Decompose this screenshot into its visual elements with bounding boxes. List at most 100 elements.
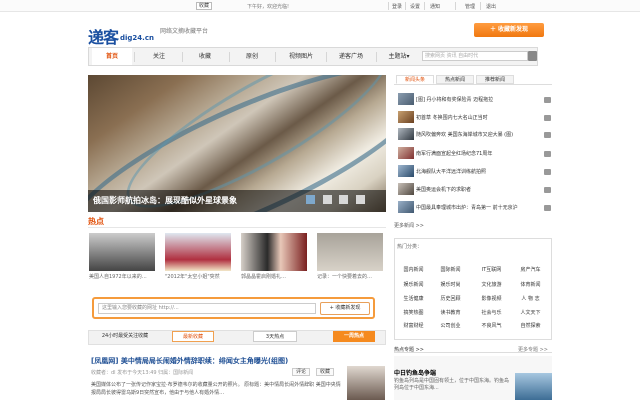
- category-link[interactable]: 财富财经: [397, 322, 430, 329]
- thumbs-up-icon[interactable]: [544, 132, 551, 138]
- submit-collect-button[interactable]: + 收藏新发现: [320, 302, 370, 315]
- category-link[interactable]: 国内新闻: [397, 266, 430, 273]
- thumbs-up-icon[interactable]: [544, 187, 551, 193]
- category-link[interactable]: 社会与乐: [475, 309, 508, 316]
- hot-caption-3[interactable]: 郭晶晶霍启刚婚礼…: [241, 273, 309, 280]
- login-link[interactable]: 登录: [392, 3, 402, 10]
- topic-headline[interactable]: 中日钓鱼岛争端: [394, 368, 436, 377]
- topic-image[interactable]: [515, 373, 552, 400]
- list-item-text: 中国最具奉理城市出炉：青岛第一 前十无京沪: [416, 205, 518, 211]
- top-bar: [0, 0, 640, 12]
- thumbs-up-icon[interactable]: [544, 97, 551, 103]
- list-item[interactable]: 初首草 冬换围内七大名山正当时: [398, 111, 542, 128]
- topbar-divider: [388, 2, 389, 10]
- category-link[interactable]: 影像视频: [475, 295, 508, 302]
- hot-caption-4[interactable]: 记录：一个快要着去的…: [317, 273, 385, 280]
- nav-video-images[interactable]: 视频图片: [279, 48, 323, 65]
- hot-thumb-3[interactable]: [241, 233, 307, 271]
- list-thumb: [398, 93, 414, 105]
- nav-divider: [182, 52, 183, 62]
- category-link[interactable]: 读书教育: [434, 309, 467, 316]
- category-link[interactable]: 人文天下: [514, 309, 547, 316]
- list-item[interactable]: [图] 丹小将和有奖保险青 迈程拖拉: [398, 93, 542, 110]
- tab-24h[interactable]: 24小时最受关注收藏: [92, 331, 158, 342]
- tab-week[interactable]: 一周热点: [333, 331, 375, 342]
- list-thumb: [398, 165, 414, 177]
- thumbs-up-icon[interactable]: [544, 169, 551, 175]
- tab-3day[interactable]: 3天热点: [253, 331, 297, 342]
- collect-new-button[interactable]: ＋ 收藏新发现: [474, 23, 544, 37]
- hot-section-title: 热点: [88, 217, 104, 226]
- news-image[interactable]: [347, 366, 385, 400]
- search-icon[interactable]: [528, 51, 537, 61]
- list-item-text: 美国奥运会机下的求职者: [416, 187, 472, 193]
- category-link[interactable]: 国际新闻: [434, 266, 467, 273]
- nav-topics[interactable]: 主题站▾: [379, 48, 419, 65]
- thumbs-up-icon[interactable]: [544, 205, 551, 211]
- category-link[interactable]: 公司创业: [434, 322, 467, 329]
- nav-plaza[interactable]: 递客广场: [329, 48, 373, 65]
- nav-divider: [275, 52, 276, 62]
- category-link[interactable]: IT互联网: [475, 266, 508, 273]
- more-news-link[interactable]: 更多新闻 >>: [394, 222, 424, 229]
- rtab-recommend[interactable]: 推荐新闻: [476, 75, 514, 84]
- list-thumb: [398, 111, 414, 123]
- search-input[interactable]: 搜索网页 资讯 自由时代: [422, 51, 528, 61]
- slide-dot[interactable]: [339, 195, 348, 204]
- category-link[interactable]: 体育新闻: [514, 281, 547, 288]
- category-link[interactable]: 娱乐时尚: [434, 281, 467, 288]
- rtab-hot[interactable]: 热点新闻: [436, 75, 474, 84]
- category-link[interactable]: 生活健康: [397, 295, 430, 302]
- rtabs-divider: [394, 84, 552, 85]
- slide-dot[interactable]: [323, 195, 332, 204]
- list-item[interactable]: 美国奥运会机下的求职者: [398, 183, 542, 200]
- nav-original[interactable]: 原创: [232, 48, 272, 65]
- settings-link[interactable]: 设置: [410, 3, 420, 10]
- category-link[interactable]: 搞笑热图: [397, 309, 430, 316]
- hot-thumb-1[interactable]: [89, 233, 155, 271]
- list-thumb: [398, 128, 414, 140]
- comment-button[interactable]: 评论: [292, 368, 311, 376]
- logout-link[interactable]: 退出: [486, 3, 496, 10]
- category-link[interactable]: 不良风气: [475, 322, 508, 329]
- slide-dot[interactable]: [356, 195, 365, 204]
- rtab-headlines[interactable]: 新闻头条: [396, 75, 434, 84]
- category-link[interactable]: 人 物 志: [514, 295, 547, 302]
- news-title[interactable]: [凤凰网] 美中情局局长闹婚外情辞职续：绯闻女主角曝光(组图): [91, 356, 288, 366]
- list-item[interactable]: 南军行满面宣起全红场纪念71周年: [398, 147, 542, 164]
- category-link[interactable]: 自然探索: [514, 322, 547, 329]
- url-input[interactable]: 这里输入您要收藏的网址 http://...: [98, 303, 316, 314]
- hero-caption[interactable]: 俄国影师航拍冰岛：展现酷似外星球景象: [93, 195, 237, 206]
- slide-dot[interactable]: [306, 195, 315, 204]
- top-collect-tag[interactable]: 收藏: [196, 2, 213, 10]
- manage-link[interactable]: 管理: [465, 3, 475, 10]
- thumbs-up-icon[interactable]: [544, 151, 551, 157]
- nav-follow[interactable]: 关注: [139, 48, 179, 65]
- category-link[interactable]: 历史回顾: [434, 295, 467, 302]
- news-collect-button[interactable]: 收藏: [316, 368, 335, 376]
- nav-collect[interactable]: 收藏: [185, 48, 225, 65]
- notify-link[interactable]: 通知: [430, 3, 440, 10]
- top-collect-tag-label: 收藏: [199, 3, 210, 9]
- hot-caption-2[interactable]: "2012年"太空小姐"突然: [165, 273, 233, 280]
- topbar-divider: [455, 2, 456, 10]
- list-item[interactable]: 中国最具奉理城市出炉：青岛第一 前十无京沪: [398, 201, 542, 218]
- category-link[interactable]: 娱乐新闻: [397, 281, 430, 288]
- list-item-text: 北海舰队大平洋远洋训练航拍照: [416, 169, 487, 175]
- hot-caption-1[interactable]: 美国人自1972年以来的…: [89, 273, 157, 280]
- thumbs-up-icon[interactable]: [544, 115, 551, 121]
- list-item-text: 随风吹偏奔欢 美国东海岸城市又迎大暴 (图): [416, 132, 514, 138]
- list-item-text: 南军行满面宣起全红场纪念71周年: [416, 151, 493, 157]
- news-description: 美国媒体公布了一张传记作家宝拉·布罗德韦尔的收藏量公开的照片。 原标题：美中情局…: [91, 382, 341, 396]
- logo-text[interactable]: 递客: [88, 24, 119, 48]
- list-thumb: [398, 147, 414, 159]
- list-item[interactable]: 北海舰队大平洋远洋训练航拍照: [398, 165, 542, 182]
- category-link[interactable]: 文化旅游: [475, 281, 508, 288]
- hot-thumb-4[interactable]: [317, 233, 383, 271]
- category-link[interactable]: 房产汽车: [514, 266, 547, 273]
- hot-thumb-2[interactable]: [165, 233, 231, 271]
- nav-home[interactable]: 首页: [92, 48, 132, 65]
- tab-latest[interactable]: 最新收藏: [172, 331, 214, 342]
- list-item[interactable]: 随风吹偏奔欢 美国东海岸城市又迎大暴 (图): [398, 128, 542, 145]
- collect-new-label: 收藏新发现: [498, 26, 529, 33]
